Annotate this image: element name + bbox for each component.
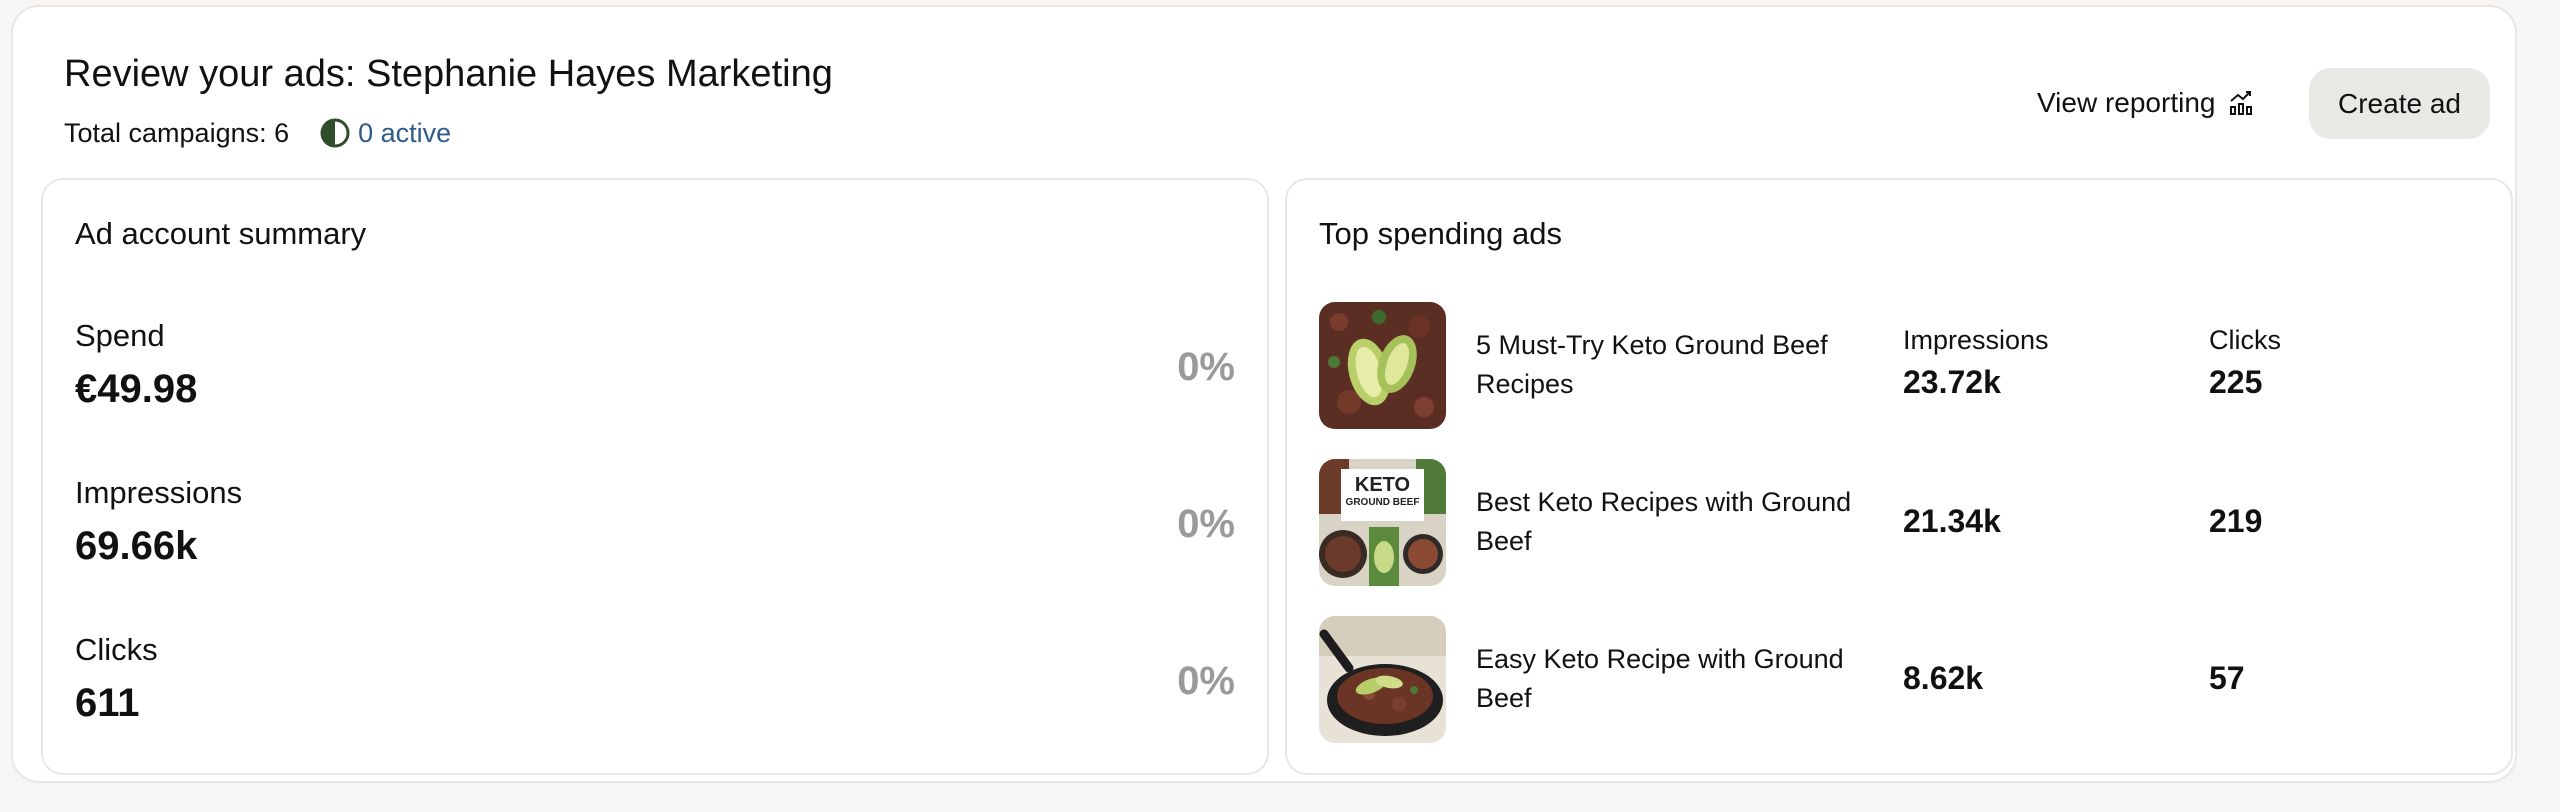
ad-image	[1319, 616, 1446, 743]
ad-impressions: 23.72k	[1903, 364, 2001, 400]
ad-row[interactable]: KETO GROUND BEEF Best Keto Recipes with …	[1319, 459, 2489, 587]
metric-value: 611	[75, 681, 140, 725]
ad-impressions: 21.34k	[1903, 503, 2001, 539]
ad-image	[1319, 302, 1446, 429]
metric-change: 0%	[1177, 659, 1235, 703]
metric-impressions: Impressions 69.66k 0%	[75, 473, 1235, 593]
top-ads-title: Top spending ads	[1319, 216, 1563, 251]
ad-name[interactable]: 5 Must-Try Keto Ground Beef Recipes	[1476, 326, 1876, 404]
thumb-text-ground-beef: GROUND BEEF	[1346, 497, 1420, 508]
metric-change: 0%	[1177, 502, 1235, 546]
metric-clicks: Clicks 611 0%	[75, 630, 1235, 750]
impressions-header: Impressions	[1903, 325, 2049, 355]
metric-value: €49.98	[75, 367, 198, 411]
ad-impressions: 8.62k	[1903, 660, 1984, 696]
ad-image: KETO GROUND BEEF	[1319, 459, 1446, 586]
metric-label: Spend	[75, 318, 165, 353]
top-spending-ads-card: Top spending ads 5 Must-Try Keto Ground …	[1285, 178, 2513, 775]
thumb-text-keto: KETO	[1355, 474, 1410, 496]
ad-clicks: 219	[2209, 503, 2263, 539]
half-circle-icon	[320, 118, 350, 148]
page-title: Review your ads: Stephanie Hayes Marketi…	[64, 53, 833, 95]
ad-thumbnail[interactable]: KETO GROUND BEEF	[1319, 459, 1446, 586]
active-count-link[interactable]: 0 active	[358, 115, 451, 151]
active-status[interactable]: 0 active	[319, 115, 451, 151]
metric-label: Impressions	[75, 475, 243, 510]
metric-change: 0%	[1177, 345, 1235, 389]
total-campaigns: Total campaigns: 6	[64, 118, 290, 148]
ad-account-summary-card: Ad account summary Spend €49.98 0% Impre…	[41, 178, 1269, 775]
ad-clicks: 57	[2209, 660, 2245, 696]
ad-row[interactable]: Easy Keto Recipe with Ground Beef 8.62k …	[1319, 616, 2489, 744]
metric-label: Clicks	[75, 632, 158, 667]
metric-spend: Spend €49.98 0%	[75, 316, 1235, 436]
summary-title: Ad account summary	[75, 216, 367, 251]
ad-thumbnail[interactable]	[1319, 616, 1446, 743]
ad-name[interactable]: Easy Keto Recipe with Ground Beef	[1476, 640, 1876, 718]
view-reporting-link[interactable]: View reporting	[2037, 83, 2255, 123]
view-reporting-label: View reporting	[2037, 87, 2216, 118]
ad-clicks: 225	[2209, 364, 2263, 400]
campaign-summary-line: Total campaigns: 6 0 active	[64, 115, 451, 151]
review-ads-panel: Review your ads: Stephanie Hayes Marketi…	[11, 5, 2517, 783]
metric-value: 69.66k	[75, 524, 198, 568]
ad-row[interactable]: 5 Must-Try Keto Ground Beef Recipes Impr…	[1319, 302, 2489, 430]
chart-icon	[2230, 91, 2253, 115]
clicks-header: Clicks	[2209, 325, 2281, 355]
ad-name[interactable]: Best Keto Recipes with Ground Beef	[1476, 483, 1876, 561]
ad-thumbnail[interactable]	[1319, 302, 1446, 429]
create-ad-button[interactable]: Create ad	[2309, 68, 2490, 139]
